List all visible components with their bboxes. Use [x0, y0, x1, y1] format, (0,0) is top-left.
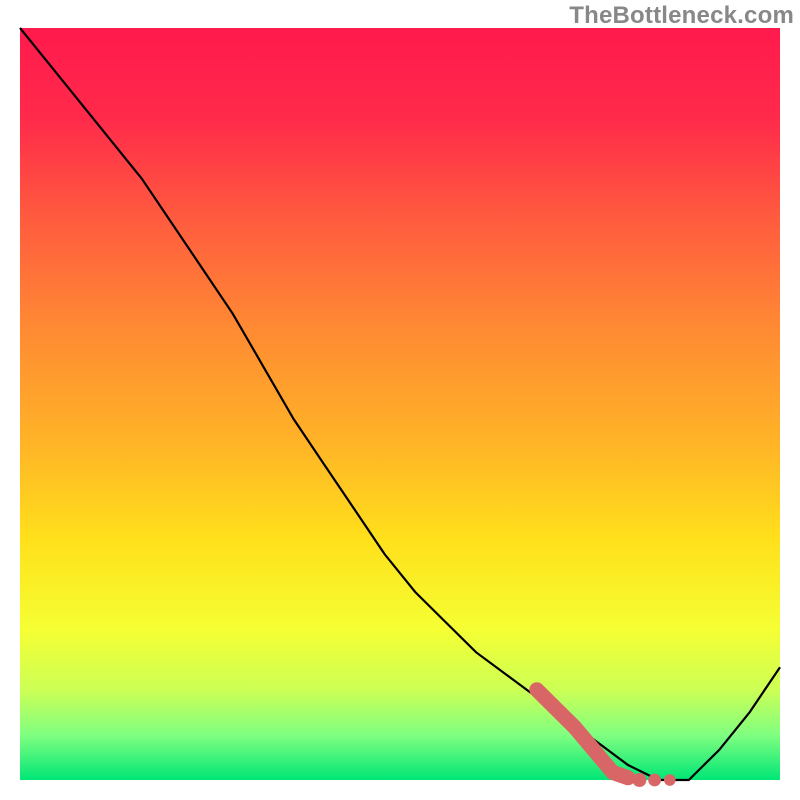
plot-background [20, 28, 780, 780]
bottleneck-chart [0, 0, 800, 800]
chart-stage: TheBottleneck.com [0, 0, 800, 800]
watermark-text: TheBottleneck.com [569, 2, 794, 30]
